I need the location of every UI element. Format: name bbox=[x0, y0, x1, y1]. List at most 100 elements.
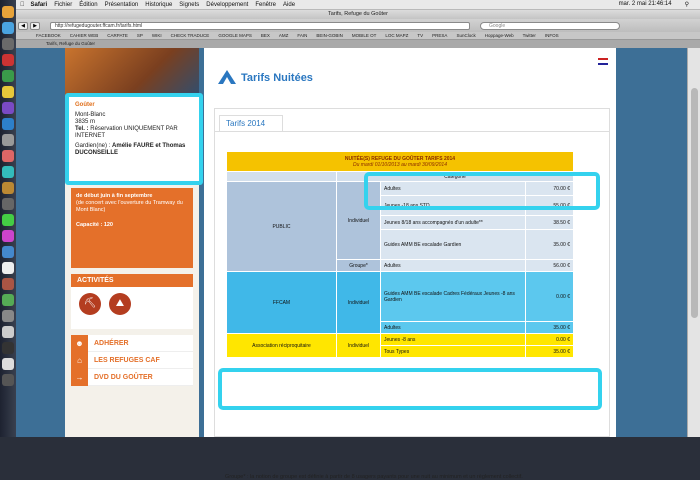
app-icon[interactable] bbox=[2, 294, 14, 306]
menu-historique[interactable]: Historique bbox=[145, 2, 172, 8]
finder-icon[interactable] bbox=[2, 6, 14, 18]
bookmark[interactable]: Twitter bbox=[523, 32, 536, 39]
scrollbar[interactable] bbox=[687, 48, 700, 437]
bookmark[interactable]: LOC MAPZ bbox=[385, 32, 408, 39]
highlight-assoc bbox=[218, 368, 602, 410]
app-icon[interactable] bbox=[2, 230, 14, 242]
individuel-cell: Individuel bbox=[336, 271, 381, 334]
address-bar[interactable]: http://refugedugouter.ffcam.fr/tarifs.ht… bbox=[50, 21, 470, 30]
app-icon[interactable] bbox=[2, 262, 14, 274]
link-adherer[interactable]: ☻ ADHÉRER bbox=[71, 334, 193, 352]
arrow-right-icon: → bbox=[71, 368, 88, 386]
link-dvd[interactable]: → DVD DU GOÛTER bbox=[71, 368, 193, 386]
climbing-icon[interactable]: ⛏ bbox=[79, 293, 101, 315]
app-icon[interactable] bbox=[2, 214, 14, 226]
app-icon[interactable] bbox=[2, 38, 14, 50]
app-icon[interactable] bbox=[2, 102, 14, 114]
forward-button[interactable]: ▶ bbox=[30, 21, 40, 30]
opening-period: de début juin à fin septembre bbox=[76, 193, 153, 199]
app-icon[interactable] bbox=[2, 166, 14, 178]
app-icon[interactable] bbox=[2, 198, 14, 210]
table-header: NUITÉE(S) REFUGE DU GOÛTER TARIFS 2014 Du… bbox=[226, 151, 574, 172]
tab-tarifs-2014[interactable]: Tarifs 2014 bbox=[219, 115, 283, 131]
bookmark[interactable]: CAHIER WEB bbox=[70, 32, 99, 39]
menu-aide[interactable]: Aide bbox=[283, 2, 295, 8]
activities-title: ACTIVITÉS bbox=[71, 274, 193, 287]
groupe-cell: Groupe* bbox=[336, 259, 381, 272]
bookmark[interactable]: WIKI bbox=[152, 32, 162, 39]
bookmark[interactable]: Hoppage-Web bbox=[485, 32, 514, 39]
sidebar: Goûter Mont-Blanc 3835 m Tel. : Réservat… bbox=[65, 48, 203, 437]
bookmark[interactable]: CARPATE bbox=[107, 32, 128, 39]
ffcam-logo-icon bbox=[218, 70, 236, 84]
link-label: LES REFUGES CAF bbox=[94, 356, 160, 364]
safari-icon[interactable] bbox=[2, 22, 14, 34]
table-row: Adultes bbox=[380, 321, 526, 334]
dock bbox=[0, 0, 16, 437]
menu-developpement[interactable]: Développement bbox=[206, 2, 248, 8]
bookmark[interactable]: INFOS bbox=[545, 32, 559, 39]
app-icon[interactable] bbox=[2, 86, 14, 98]
app-icon[interactable] bbox=[2, 310, 14, 322]
link-label: DVD DU GOÛTER bbox=[94, 373, 153, 381]
bookmark[interactable]: GOOGLE MAPS bbox=[218, 32, 252, 39]
window-title: Tarifs, Refuge du Goûter bbox=[16, 10, 700, 19]
bookmark[interactable]: CHECK TRADUCE bbox=[171, 32, 210, 39]
app-icon[interactable] bbox=[2, 326, 14, 338]
menu-edition[interactable]: Édition bbox=[79, 2, 97, 8]
price-cell: 38.50 € bbox=[525, 215, 574, 230]
price-cell: 0.00 € bbox=[525, 271, 574, 322]
bookmark[interactable]: SP bbox=[137, 32, 143, 39]
trash-icon[interactable] bbox=[2, 374, 14, 386]
bookmark[interactable]: TV bbox=[417, 32, 423, 39]
menu-fichier[interactable]: Fichier bbox=[54, 2, 72, 8]
bookmark[interactable]: BEX bbox=[261, 32, 270, 39]
bookmark[interactable]: FAIN bbox=[297, 32, 307, 39]
app-icon[interactable] bbox=[2, 342, 14, 354]
price-cell: 35.00 € bbox=[525, 345, 574, 358]
altitude: 3835 m bbox=[75, 119, 96, 125]
sidebar-links: ☻ ADHÉRER ⌂ LES REFUGES CAF → DVD DU GOÛTER bbox=[71, 334, 193, 386]
menu-signets[interactable]: Signets bbox=[179, 2, 199, 8]
search-field[interactable]: Google bbox=[480, 21, 620, 30]
capacity: Capacité : 120 bbox=[76, 222, 113, 228]
app-icon[interactable] bbox=[2, 134, 14, 146]
bookmark[interactable]: FACEBOOK bbox=[36, 32, 61, 39]
scroll-thumb[interactable] bbox=[691, 88, 698, 318]
back-button[interactable]: ◀ bbox=[18, 21, 28, 30]
tel-text: Réservation UNIQUEMENT PAR INTERNET bbox=[75, 126, 178, 139]
app-icon[interactable] bbox=[2, 278, 14, 290]
footnote: Groupe* : la notion de groupe est défini… bbox=[225, 474, 523, 480]
tab-bar: Tarifs, Refuge du Goûter bbox=[16, 40, 700, 48]
activities-section: ACTIVITÉS ⛏ ⛰ bbox=[71, 274, 193, 329]
app-icon[interactable] bbox=[2, 54, 14, 66]
app-icon[interactable] bbox=[2, 70, 14, 82]
app-icon[interactable] bbox=[2, 358, 14, 370]
browser-tab[interactable]: Tarifs, Refuge du Goûter bbox=[46, 41, 95, 46]
bookmark[interactable]: PRESA bbox=[432, 32, 447, 39]
app-icon[interactable] bbox=[2, 246, 14, 258]
link-refuges[interactable]: ⌂ LES REFUGES CAF bbox=[71, 351, 193, 369]
menu-presentation[interactable]: Présentation bbox=[105, 2, 139, 8]
browser-toolbar: ◀ ▶ http://refugedugouter.ffcam.fr/tarif… bbox=[16, 19, 700, 32]
menu-fenetre[interactable]: Fenêtre bbox=[255, 2, 276, 8]
apple-icon[interactable]:  bbox=[20, 2, 25, 8]
bookmark[interactable]: SunClock bbox=[456, 32, 475, 39]
app-icon[interactable] bbox=[2, 182, 14, 194]
menu-app[interactable]: Safari bbox=[31, 2, 48, 8]
price-cell: 56.00 € bbox=[525, 259, 574, 272]
link-label: ADHÉRER bbox=[94, 339, 129, 347]
page: Goûter Mont-Blanc 3835 m Tel. : Réservat… bbox=[16, 48, 687, 480]
location: Mont-Blanc bbox=[75, 112, 106, 118]
clock[interactable]: mar. 2 mai 21:46:14 bbox=[619, 1, 672, 8]
tel-label: Tel. : bbox=[75, 126, 89, 132]
app-icon[interactable] bbox=[2, 150, 14, 162]
bookmark[interactable]: AMZ bbox=[279, 32, 289, 39]
app-icon[interactable] bbox=[2, 118, 14, 130]
hiking-icon[interactable]: ⛰ bbox=[109, 293, 131, 315]
spotlight-icon[interactable]: ⚲ bbox=[685, 1, 689, 8]
english-flag-icon[interactable] bbox=[598, 58, 608, 65]
price-cell: 35.00 € bbox=[525, 229, 574, 260]
bookmark[interactable]: BEIN-GOBIN bbox=[316, 32, 343, 39]
bookmark[interactable]: MOBILE OT bbox=[352, 32, 377, 39]
